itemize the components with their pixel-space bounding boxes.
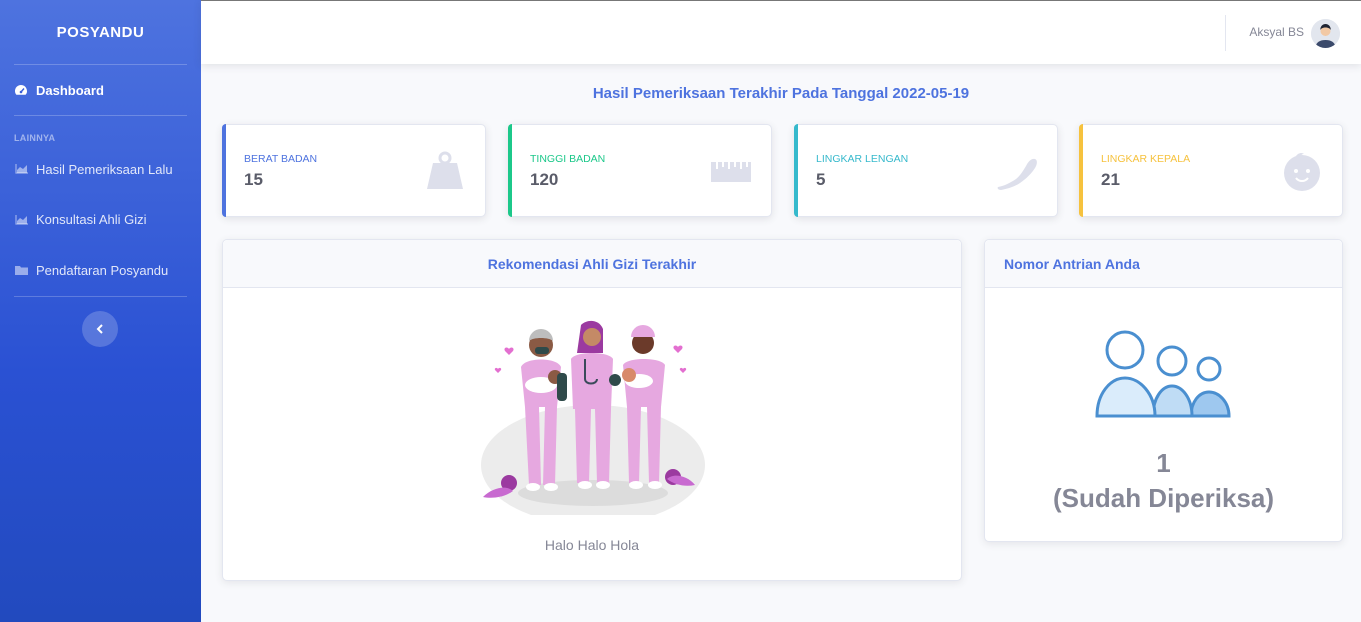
queue-card: Nomor Antrian Anda 1 (Sudah Diperiksa)	[984, 239, 1343, 542]
page-title: Hasil Pemeriksaan Terakhir Pada Tanggal …	[592, 85, 970, 102]
baby-face-icon	[1284, 152, 1320, 191]
stat-accent-bar	[222, 124, 226, 217]
card-title: Nomor Antrian Anda	[1004, 255, 1140, 272]
card-title: Rekomendasi Ahli Gizi Terakhir	[487, 255, 697, 272]
stat-value: 5	[816, 170, 826, 189]
sidebar-item-label: Dashboard	[36, 82, 104, 98]
topbar-divider	[1225, 15, 1226, 51]
sidebar-heading: LAINNYA	[14, 133, 56, 143]
sidebar-divider	[14, 296, 187, 297]
user-name[interactable]: Aksyal BS	[1249, 25, 1304, 39]
folder-icon	[14, 263, 28, 277]
recommendation-caption: Halo Halo Hola	[544, 537, 640, 553]
stat-value: 15	[244, 170, 263, 189]
sidebar-divider	[14, 115, 187, 116]
stat-value: 21	[1101, 170, 1120, 189]
weight-icon	[427, 151, 463, 189]
stat-accent-bar	[794, 124, 798, 217]
stat-label: BERAT BADAN	[244, 153, 318, 165]
stat-accent-bar	[1079, 124, 1083, 217]
stat-value: 120	[530, 170, 559, 189]
recommendation-card: Rekomendasi Ahli Gizi Terakhir Halo Halo…	[222, 239, 962, 581]
chart-area-icon	[14, 213, 28, 227]
users-icon	[1095, 330, 1231, 418]
sidebar-item-label: Konsultasi Ahli Gizi	[36, 212, 147, 227]
sidebar-item-hasil-pemeriksaan[interactable]: Hasil Pemeriksaan Lalu	[0, 149, 201, 189]
tachometer-icon	[14, 83, 28, 97]
stat-label: LINGKAR LENGAN	[816, 153, 909, 165]
sidebar-item-konsultasi[interactable]: Konsultasi Ahli Gizi	[0, 189, 201, 250]
ruler-icon	[711, 162, 751, 182]
sidebar-toggle-button[interactable]	[82, 311, 118, 347]
stat-accent-bar	[508, 124, 512, 217]
stat-card-tinggi-badan: TINGGI BADAN 120	[508, 124, 772, 217]
chevron-left-icon	[96, 324, 103, 334]
stat-label: LINGKAR KEPALA	[1101, 153, 1191, 165]
health-workers-illustration	[481, 320, 705, 515]
stat-card-berat-badan: BERAT BADAN 15	[222, 124, 486, 217]
brand-logo-text[interactable]: POSYANDU	[0, 0, 201, 64]
queue-number-block: 1 (Sudah Diperiksa)	[985, 446, 1342, 516]
sidebar-item-dashboard[interactable]: Dashboard	[0, 65, 201, 115]
arm-icon	[997, 158, 1037, 190]
card-header: Nomor Antrian Anda	[985, 240, 1342, 288]
sidebar-item-label: Pendaftaran Posyandu	[36, 262, 169, 278]
stat-card-lingkar-lengan: LINGKAR LENGAN 5	[794, 124, 1058, 217]
chart-area-icon	[14, 162, 28, 176]
sidebar-item-pendaftaran[interactable]: Pendaftaran Posyandu	[0, 250, 201, 290]
stat-card-lingkar-kepala: LINGKAR KEPALA 21	[1079, 124, 1343, 217]
topbar: Aksyal BS	[201, 0, 1361, 64]
card-header: Rekomendasi Ahli Gizi Terakhir	[223, 240, 961, 288]
queue-number: 1	[1156, 448, 1171, 478]
sidebar: POSYANDU Dashboard LAINNYA Hasil Pemerik…	[0, 0, 201, 622]
avatar[interactable]	[1311, 19, 1340, 48]
stat-label: TINGGI BADAN	[530, 153, 606, 165]
sidebar-item-label: Hasil Pemeriksaan Lalu	[36, 161, 173, 177]
queue-status: (Sudah Diperiksa)	[1052, 483, 1275, 513]
